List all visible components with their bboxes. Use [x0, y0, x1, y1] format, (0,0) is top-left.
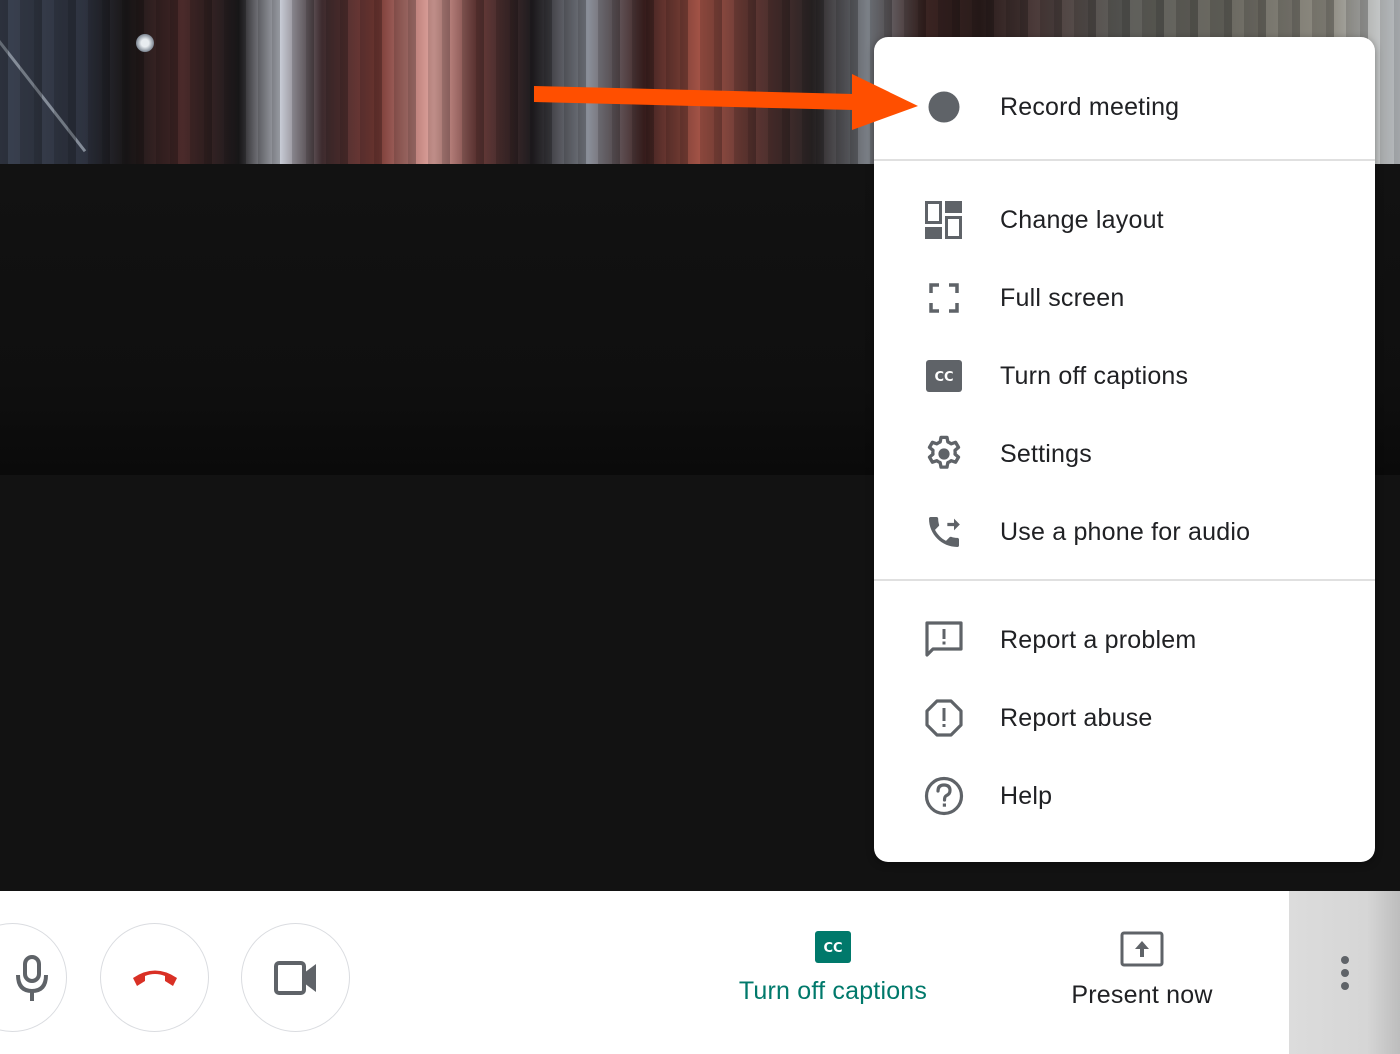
feedback-icon [922, 618, 966, 662]
phone-forward-icon [922, 510, 966, 554]
video-background-detail [0, 40, 87, 153]
microphone-icon [15, 954, 48, 1001]
closed-captions-icon: CC [922, 354, 966, 398]
menu-item-label: Turn off captions [1000, 361, 1189, 390]
menu-item-use-phone-audio[interactable]: Use a phone for audio [874, 493, 1375, 571]
more-vertical-icon [1340, 955, 1349, 990]
menu-item-label: Record meeting [1000, 92, 1180, 121]
hang-up-button[interactable] [100, 923, 209, 1032]
annotation-arrow [534, 74, 918, 130]
record-dot-icon [922, 85, 966, 129]
layout-icon [922, 198, 966, 242]
turn-off-captions-button[interactable]: CC Turn off captions [723, 931, 943, 1006]
present-screen-icon [1120, 931, 1164, 967]
more-options-button[interactable] [1289, 891, 1400, 1054]
menu-item-label: Change layout [1000, 205, 1164, 234]
menu-section-recording: Record meeting [874, 37, 1375, 161]
report-octagon-icon [922, 696, 966, 740]
fullscreen-icon [922, 276, 966, 320]
video-camera-icon [273, 960, 316, 995]
menu-item-report-problem[interactable]: Report a problem [874, 601, 1375, 679]
video-background-detail [136, 34, 154, 52]
menu-item-label: Help [1000, 781, 1053, 810]
closed-captions-icon: CC [815, 931, 851, 963]
annotation-arrow-head [852, 74, 918, 130]
menu-section-support: Report a problem Report abuse Help [874, 581, 1375, 835]
meeting-toolbar: CC Turn off captions Present now [0, 891, 1400, 1054]
menu-item-change-layout[interactable]: Change layout [874, 181, 1375, 259]
menu-item-turn-off-captions[interactable]: CC Turn off captions [874, 337, 1375, 415]
present-now-button[interactable]: Present now [1042, 931, 1242, 1010]
camera-button[interactable] [241, 923, 350, 1032]
menu-item-label: Full screen [1000, 283, 1125, 312]
menu-item-settings[interactable]: Settings [874, 415, 1375, 493]
captions-label: Turn off captions [738, 977, 928, 1005]
menu-item-full-screen[interactable]: Full screen [874, 259, 1375, 337]
more-options-menu: Record meeting Change layout Full screen [874, 37, 1375, 862]
menu-item-label: Use a phone for audio [1000, 517, 1251, 546]
annotation-arrow-shaft [534, 86, 854, 110]
svg-text:CC: CC [934, 370, 953, 385]
svg-text:CC: CC [823, 941, 842, 956]
microphone-button[interactable] [0, 923, 67, 1032]
present-now-label: Present now [1071, 981, 1213, 1009]
menu-item-label: Report a problem [1000, 625, 1197, 654]
menu-item-help[interactable]: Help [874, 757, 1375, 835]
menu-section-view: Change layout Full screen CC Turn off ca… [874, 161, 1375, 581]
hang-up-icon [132, 970, 177, 986]
menu-item-label: Report abuse [1000, 703, 1153, 732]
help-circle-icon [922, 774, 966, 818]
menu-item-report-abuse[interactable]: Report abuse [874, 679, 1375, 757]
menu-item-record-meeting[interactable]: Record meeting [874, 69, 1375, 145]
gear-icon [922, 432, 966, 476]
menu-item-label: Settings [1000, 439, 1092, 468]
